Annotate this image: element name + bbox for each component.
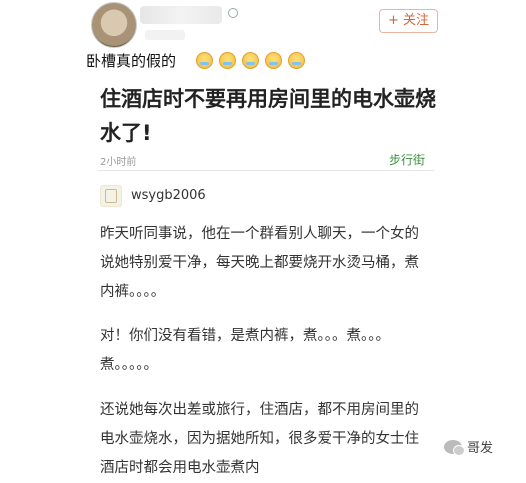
follow-button[interactable]: + 关注 bbox=[379, 9, 438, 33]
post-headline: 卧槽真的假的 bbox=[86, 52, 177, 70]
comment-paragraph: 对！你们没有看错，是煮内裤，煮。。。煮。。。煮。。。。。 bbox=[100, 328, 390, 373]
crying-face-emoji bbox=[242, 52, 259, 69]
comment-paragraph: 昨天听同事说，他在一个群看别人聊天，一个女的说她特别爱干净，每天晚上都要烧开水烫… bbox=[100, 226, 419, 300]
crying-face-emoji bbox=[196, 52, 213, 69]
blurred-subtext bbox=[145, 30, 185, 40]
crying-face-emoji bbox=[288, 52, 305, 69]
user-avatar[interactable] bbox=[91, 2, 137, 48]
comment-username[interactable]: wsygb2006 bbox=[131, 188, 206, 203]
comment-paragraph: 还说她每次出差或旅行，住酒店，都不用房间里的电水壶烧水，因为据她所知，很多爱干净… bbox=[100, 402, 419, 476]
location-link[interactable]: 步行街 bbox=[389, 151, 425, 168]
wechat-icon bbox=[444, 439, 465, 456]
default-avatar-icon[interactable] bbox=[100, 185, 122, 207]
emoji-row bbox=[196, 52, 305, 69]
post-time: 2小时前 bbox=[100, 157, 137, 168]
watermark: 哥发 bbox=[444, 437, 493, 456]
crying-face-emoji bbox=[219, 52, 236, 69]
verified-badge-icon bbox=[228, 8, 238, 18]
watermark-text: 哥发 bbox=[467, 441, 494, 456]
divider bbox=[98, 170, 434, 171]
blurred-username bbox=[140, 6, 222, 24]
crying-face-emoji bbox=[265, 52, 282, 69]
article-title[interactable]: 住酒店时不要再用房间里的电水壶烧水了! bbox=[100, 82, 440, 150]
